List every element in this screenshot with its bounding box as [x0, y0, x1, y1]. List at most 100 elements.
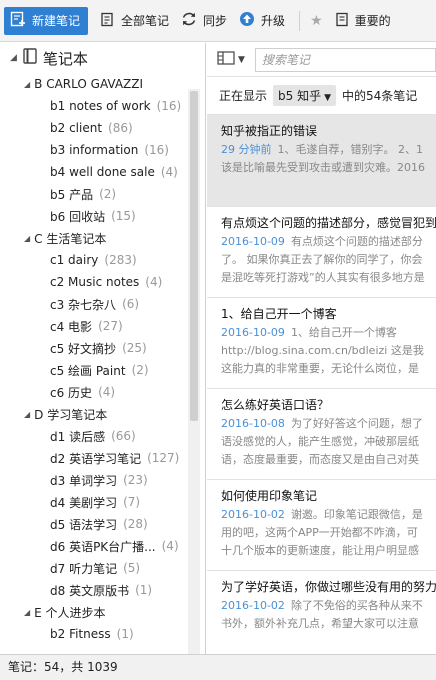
notebook-item[interactable]: b5 产品 (2) [0, 183, 205, 205]
notebook-filter-chip[interactable]: b5 知乎 ▼ [273, 85, 337, 106]
note-list: 知乎被指正的错误 29 分钟前 1、毛遂自荐，错别字。 2、1 该是比喻最先受到攻击或… [207, 115, 436, 654]
star-icon[interactable]: ★ [310, 13, 323, 29]
notebook-item[interactable]: c2 Music notes (4) [0, 271, 205, 293]
notebook-item[interactable]: d3 单词学习 (23) [0, 469, 205, 491]
note-card[interactable]: 知乎被指正的错误 29 分钟前 1、毛遂自荐，错别字。 2、1 该是比喻最先受到攻击或… [207, 115, 436, 207]
notebook-label: d4 美剧学习 [50, 495, 118, 510]
notebook-item[interactable]: b1 notes of work (16) [0, 95, 205, 117]
notebook-item[interactable]: d8 英文原版书 (1) [0, 579, 205, 601]
note-count: (25) [122, 341, 147, 355]
notebook-stack[interactable]: ◢ D 学习笔记本 [0, 403, 205, 425]
notebook-item[interactable]: c5 绘画 Paint (2) [0, 359, 205, 381]
notebook-item[interactable]: c1 dairy (283) [0, 249, 205, 271]
notebook-sidebar: ◢ 笔记本 ◢ B CARLO GAVAZZI b1 notes of work (1… [0, 43, 206, 654]
sync-icon [181, 11, 197, 30]
notebook-stack[interactable]: ◢ B CARLO GAVAZZI [0, 73, 205, 95]
collapse-triangle-icon[interactable]: ◢ [24, 608, 30, 617]
notebook-label: c1 dairy [50, 253, 99, 267]
stack-label: C 生活笔记本 [34, 231, 107, 246]
chevron-down-icon: ▼ [238, 54, 245, 65]
filter-bar: 正在显示 b5 知乎 ▼ 中的54条笔记 [207, 77, 436, 115]
note-date: 2016-10-02 [221, 508, 285, 521]
note-title: 有点烦这个问题的描述部分，感觉冒犯到我了 [221, 216, 436, 230]
note-snippet-line: 是混吃等死打游戏”的人其实有很多地方是 [221, 271, 425, 284]
important-button[interactable]: 重要的 [335, 12, 391, 30]
notebook-stack[interactable]: ◢ C 生活笔记本 [0, 227, 205, 249]
all-notes-button[interactable]: 全部笔记 [100, 12, 169, 30]
notebook-tree: ◢ B CARLO GAVAZZI b1 notes of work (16) b2 c… [0, 73, 205, 645]
note-count: (6) [122, 297, 140, 311]
notebook-item[interactable]: b2 Fitness (1) [0, 623, 205, 645]
collapse-triangle-icon[interactable]: ◢ [24, 410, 30, 419]
note-card[interactable]: 有点烦这个问题的描述部分，感觉冒犯到我了 2016-10-09 有点烦这个问题的描述… [207, 207, 436, 298]
note-snippet-line: 语，态度最重要，而态度又是由自己对英 [221, 453, 419, 466]
note-snippet-line: 29 分钟前 1、毛遂自荐，错别字。 2、1 [221, 141, 436, 159]
note-snippet-line: 书外，额外补充几点，希望大家可以注意 [221, 617, 419, 630]
status-bar: 笔记：54，共 1039 [0, 654, 436, 680]
note-card[interactable]: 怎么练好英语口语？ 2016-10-08 为了好好答这个问题，想了 语没感觉的人，能产… [207, 389, 436, 480]
sync-button[interactable]: 同步 [181, 11, 227, 30]
notebook-item[interactable]: c4 电影 (27) [0, 315, 205, 337]
note-date: 2016-10-08 [221, 417, 285, 430]
new-note-button[interactable]: 新建笔记 [4, 6, 89, 35]
collapse-triangle-icon[interactable]: ◢ [24, 234, 30, 243]
notebook-item[interactable]: c3 杂七杂八 (6) [0, 293, 205, 315]
notebook-item[interactable]: b6 回收站 (15) [0, 205, 205, 227]
note-snippet: 1、给自己开一个博客 [290, 326, 397, 339]
view-options-button[interactable]: ▼ [217, 51, 245, 68]
stack-label: D 学习笔记本 [34, 407, 108, 422]
notebooks-header[interactable]: ◢ 笔记本 [0, 43, 205, 73]
new-note-icon [10, 11, 26, 30]
stack-label: E 个人进步本 [34, 605, 106, 620]
notebook-stack[interactable]: ◢ E 个人进步本 [0, 601, 205, 623]
notebook-label: c4 电影 [50, 319, 93, 334]
notebook-item[interactable]: b2 client (86) [0, 117, 205, 139]
chevron-down-icon: ▼ [324, 93, 332, 103]
note-snippet: 1、毛遂自荐，错别字。 2、1 [277, 143, 424, 156]
notebook-label: d7 听力笔记 [50, 561, 118, 576]
note-snippet-line: 了。 如果你真正去了解你的同学了，你会 [221, 253, 423, 266]
note-snippet-line: 该是比喻最先受到攻击或遭到灾难。2016 [221, 161, 425, 174]
notebook-item[interactable]: b3 information (16) [0, 139, 205, 161]
note-count: (4) [160, 165, 178, 179]
notebook-item[interactable]: d4 美剧学习 (7) [0, 491, 205, 513]
collapse-triangle-icon[interactable]: ◢ [10, 53, 17, 63]
note-count: (2) [99, 187, 117, 201]
note-count: (283) [104, 253, 137, 267]
note-card[interactable]: 为了学好英语，你做过哪些没有用的努力？ 2016-10-02 除了不免俗的买各种从来… [207, 571, 436, 654]
notebook-item[interactable]: b4 well done sale (4) [0, 161, 205, 183]
note-snippet: 为了好好答这个问题，想了 [290, 417, 423, 430]
notebook-label: d6 英语PK台广播... [50, 539, 156, 554]
notebook-label: c5 绘画 Paint [50, 363, 126, 378]
note-count: (15) [111, 209, 136, 223]
note-count: (4) [161, 539, 179, 553]
note-date: 2016-10-02 [221, 599, 285, 612]
note-count: (2) [131, 363, 149, 377]
sidebar-scroll-thumb[interactable] [190, 91, 198, 421]
stack-label: B CARLO GAVAZZI [34, 77, 144, 91]
note-snippet-line: 2016-10-02 谢邀。印象笔记跟微信，是 [221, 506, 436, 524]
note-snippet-line: 2016-10-09 有点烦这个问题的描述部分 [221, 233, 436, 251]
notebook-item[interactable]: d6 英语PK台广播... (4) [0, 535, 205, 557]
notebook-item[interactable]: d1 读后感 (66) [0, 425, 205, 447]
collapse-triangle-icon[interactable]: ◢ [24, 80, 30, 89]
note-card[interactable]: 如何使用印象笔记 2016-10-02 谢邀。印象笔记跟微信，是 用的吧，这两个APP… [207, 480, 436, 571]
note-snippet-line: 2016-10-09 1、给自己开一个博客 [221, 324, 436, 342]
notebook-item[interactable]: c5 好文摘抄 (25) [0, 337, 205, 359]
notebook-item[interactable]: d5 语法学习 (28) [0, 513, 205, 535]
filter-label: b5 知乎 [278, 89, 322, 103]
notebook-item[interactable]: d2 英语学习笔记 (127) [0, 447, 205, 469]
note-title: 为了学好英语，你做过哪些没有用的努力？ [221, 580, 436, 594]
search-input[interactable]: 搜索笔记 [254, 47, 436, 72]
note-count: (5) [123, 561, 141, 575]
note-title: 1、给自己开一个博客 [221, 307, 337, 321]
notebook-label: d3 单词学习 [50, 473, 118, 488]
notebook-label: d5 语法学习 [50, 517, 118, 532]
note-date: 2016-10-09 [221, 326, 285, 339]
upgrade-button[interactable]: 升级 [239, 11, 285, 30]
note-date: 2016-10-09 [221, 235, 285, 248]
note-card[interactable]: 1、给自己开一个博客 2016-10-09 1、给自己开一个博客 http://blo… [207, 298, 436, 389]
notebook-item[interactable]: c6 历史 (4) [0, 381, 205, 403]
notebook-item[interactable]: d7 听力笔记 (5) [0, 557, 205, 579]
note-count: (86) [108, 121, 133, 135]
